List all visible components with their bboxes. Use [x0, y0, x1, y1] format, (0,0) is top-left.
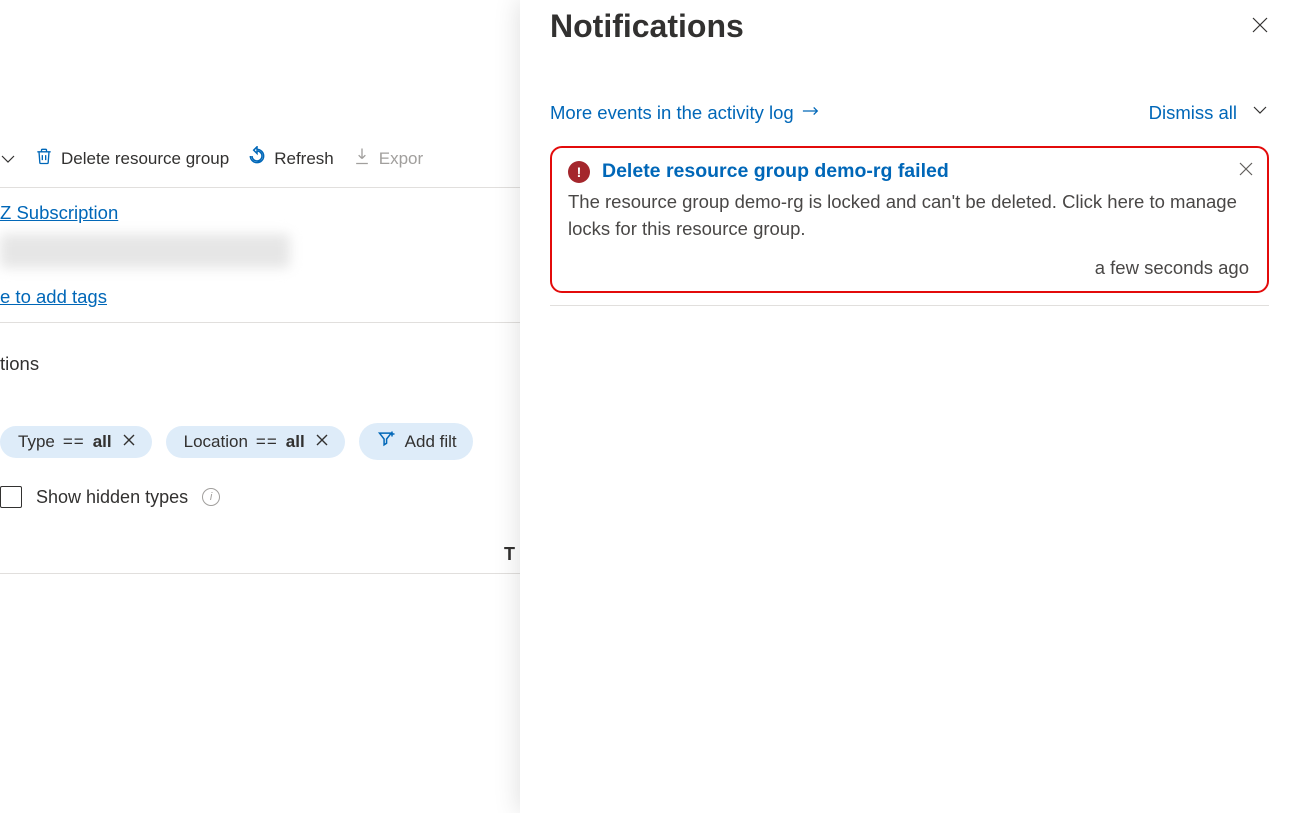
redacted-subscription-id — [0, 234, 290, 268]
filter-op: == — [63, 432, 85, 452]
activity-log-label: More events in the activity log — [550, 102, 794, 124]
add-filter-label: Add filt — [405, 432, 457, 452]
subscription-link[interactable]: Z Subscription — [0, 202, 118, 223]
close-icon[interactable] — [315, 433, 329, 450]
export-button[interactable]: Expor — [352, 146, 423, 171]
export-label: Expor — [379, 149, 423, 169]
notification-header: ! Delete resource group demo-rg failed — [568, 160, 1249, 183]
close-icon[interactable] — [122, 433, 136, 450]
divider — [550, 305, 1269, 306]
notification-body: The resource group demo-rg is locked and… — [568, 189, 1249, 243]
download-icon — [352, 146, 372, 171]
close-panel-button[interactable] — [1251, 16, 1269, 37]
trash-icon — [34, 146, 54, 171]
filters-row: Type == all Location == all Add filt — [0, 423, 520, 460]
column-header[interactable]: T — [0, 544, 520, 574]
filter-pill-type[interactable]: Type == all — [0, 426, 152, 458]
notification-card-error: ! Delete resource group demo-rg failed T… — [550, 146, 1269, 293]
add-filter-icon — [377, 429, 397, 454]
filter-pill-location[interactable]: Location == all — [166, 426, 345, 458]
notification-timestamp: a few seconds ago — [568, 257, 1249, 279]
info-icon[interactable]: i — [202, 488, 220, 506]
tags-row: e to add tags — [0, 268, 520, 323]
panel-title: Notifications — [550, 8, 744, 45]
show-hidden-types-label: Show hidden types — [36, 487, 188, 508]
notifications-panel: Notifications More events in the activit… — [520, 0, 1297, 813]
dismiss-all-group: Dismiss all — [1149, 101, 1269, 124]
delete-resource-group-button[interactable]: Delete resource group — [34, 146, 229, 171]
show-hidden-types-row: Show hidden types i — [0, 486, 520, 508]
refresh-icon — [247, 146, 267, 171]
panel-subheader: More events in the activity log Dismiss … — [550, 101, 1269, 124]
arrow-right-icon — [802, 104, 820, 122]
filter-value: all — [286, 432, 305, 452]
filter-value: all — [93, 432, 112, 452]
chevron-down-icon[interactable] — [1251, 101, 1269, 124]
panel-header: Notifications — [550, 8, 1269, 55]
show-hidden-types-checkbox[interactable] — [0, 486, 22, 508]
refresh-button[interactable]: Refresh — [247, 146, 334, 171]
activity-log-link[interactable]: More events in the activity log — [550, 102, 820, 124]
error-icon: ! — [568, 161, 590, 183]
filter-label: Location — [184, 432, 248, 452]
filter-label: Type — [18, 432, 55, 452]
refresh-label: Refresh — [274, 149, 334, 169]
subscription-row: Z Subscription — [0, 188, 520, 224]
filter-op: == — [256, 432, 278, 452]
section-label: tions — [0, 323, 520, 375]
notification-title-link[interactable]: Delete resource group demo-rg failed — [602, 160, 949, 183]
resource-group-page: Delete resource group Refresh Expor Z Su… — [0, 0, 520, 813]
dismiss-notification-button[interactable] — [1239, 162, 1253, 179]
dismiss-all-button[interactable]: Dismiss all — [1149, 102, 1237, 124]
add-tags-link[interactable]: e to add tags — [0, 286, 107, 307]
chevron-down-icon[interactable] — [0, 151, 16, 167]
delete-resource-group-label: Delete resource group — [61, 149, 229, 169]
add-filter-button[interactable]: Add filt — [359, 423, 473, 460]
command-bar: Delete resource group Refresh Expor — [0, 130, 520, 188]
